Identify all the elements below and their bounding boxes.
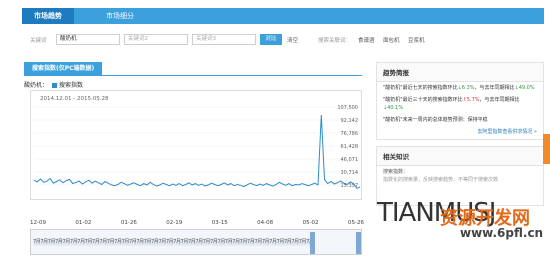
y-tick-label: 92,142 [341,118,359,124]
y-tick-label: 30,714 [341,170,359,176]
x-tick-label: 01-26 [121,220,137,226]
feedback-side-tab[interactable] [543,134,550,164]
watermark-url: www.6pfl.cn [460,226,544,240]
x-tick-label: 12-09 [30,220,46,226]
trend-text: ，与去年同期相比 [479,97,520,103]
x-tick-label: 04-08 [257,220,273,226]
x-tick-label: 01-02 [75,220,91,226]
trend-line-7day: "酸奶机"最近七天的搜索指数环比↓6.3%，与去年同期相比↓49.0% [377,82,543,94]
trend-change-up: ↑5.7% [462,97,480,103]
trend-text: "酸奶机"最近七天的搜索指数环比 [383,85,458,91]
slider-track-labels: 7月7月7月7月7月7月7月7月7月7月7月7月7月7月7月7月7月7月7月7月… [33,238,313,246]
y-tick-label: 46,071 [341,157,359,163]
trend-change-down: ↓49.0% [514,85,535,91]
related-description: 指数化的搜索量，反映搜索趋势，不等同于搜索次数 [383,177,499,183]
y-tick-label: 76,786 [341,131,359,137]
x-tick-label: 02-19 [166,220,182,226]
right-panel: 趋势简报 "酸奶机"最近七天的搜索指数环比↓6.3%，与去年同期相比↓49.0%… [376,62,544,206]
related-knowledge-title: 相关知识 [377,147,543,166]
trend-text: "酸奶机"最近三十天的搜索指数环比 [383,97,463,103]
trend-text: "酸奶机"未来一周内的总体趋势预测： [383,117,468,123]
slider-left-handle[interactable] [310,232,315,254]
trend-brief-title: 趋势简报 [377,63,543,82]
related-knowledge: 相关知识 搜索指数： 指数化的搜索量，反映搜索趋势，不等同于搜索次数 [376,146,544,206]
trend-text: ，与去年同期相比 [474,85,515,91]
slider-right-handle[interactable] [356,232,361,254]
ali-index-link[interactable]: 去阿里指数查看供求情况 » [377,126,543,139]
y-tick-label: 107,500 [337,105,358,111]
trend-line-30day: "酸奶机"最近三十天的搜索指数环比↑5.7%，与去年同期相比 ↓40.1% [377,94,543,114]
related-term: 搜索指数： [383,169,409,175]
trend-forecast-value: 保持平稳 [467,117,488,123]
x-tick-label: 05-26 [348,220,364,226]
x-tick-label: 05-02 [303,220,319,226]
time-range-slider[interactable]: 7月7月7月7月7月7月7月7月7月7月7月7月7月7月7月7月7月7月7月7月… [30,229,362,255]
y-tick-label: 61,428 [341,144,359,150]
trend-brief: 趋势简报 "酸奶机"最近七天的搜索指数环比↓6.3%，与去年同期相比↓49.0%… [376,62,544,140]
trend-change-down: ↓40.1% [383,105,404,111]
trend-change-down: ↓6.3% [457,85,475,91]
series-line [33,114,361,189]
trend-line-forecast: "酸奶机"未来一周内的总体趋势预测：保持平稳 [377,114,543,126]
x-tick-label: 03-15 [212,220,228,226]
